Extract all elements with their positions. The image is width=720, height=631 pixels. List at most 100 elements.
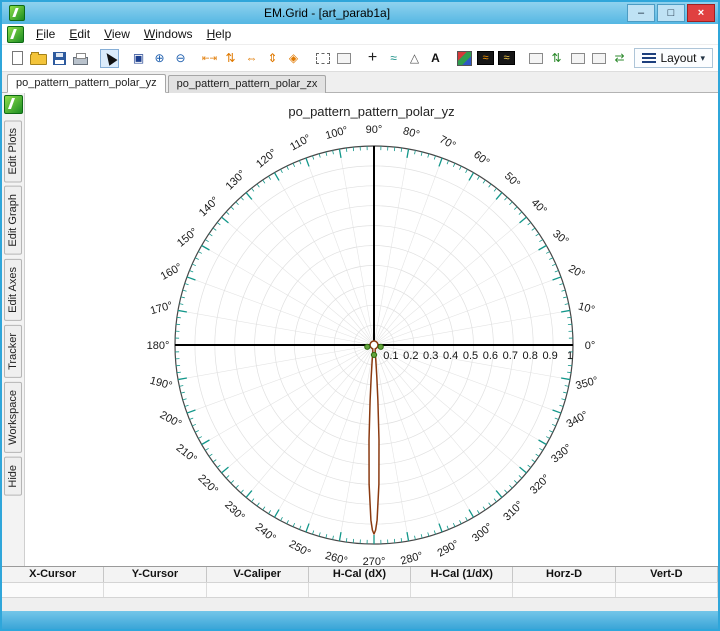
svg-text:270°: 270° <box>363 556 386 566</box>
title-bar[interactable]: EM.Grid - [art_parab1a] – □ × <box>2 2 718 24</box>
minimize-button[interactable]: – <box>627 4 655 22</box>
svg-text:0.3: 0.3 <box>423 350 438 362</box>
side-tab-hide[interactable]: Hide <box>4 456 22 496</box>
open-file[interactable] <box>29 49 48 68</box>
delta-marker[interactable]: △ <box>405 49 424 68</box>
pane-option-2-icon <box>570 52 585 64</box>
dark-plot-style-1[interactable]: ≈ <box>476 49 495 68</box>
layout-icon <box>642 52 657 64</box>
pane-option-3[interactable] <box>589 49 608 68</box>
status-value-vert-d <box>616 583 718 597</box>
svg-text:280°: 280° <box>399 550 424 566</box>
delta-marker-icon: △ <box>409 51 420 65</box>
svg-text:330°: 330° <box>549 442 574 466</box>
pane-option-1-icon <box>528 52 543 64</box>
tab-po-pattern-pattern-polar-zx[interactable]: po_pattern_pattern_polar_zx <box>167 75 327 93</box>
svg-text:290°: 290° <box>435 538 461 560</box>
status-values <box>2 582 718 597</box>
fit-horizontal-green-icon: ⇄ <box>614 51 625 65</box>
color-plot-icon <box>457 50 472 66</box>
menu-windows[interactable]: Windows <box>137 25 200 43</box>
print[interactable] <box>71 49 90 68</box>
svg-text:260°: 260° <box>324 550 349 566</box>
side-tab-tracker[interactable]: Tracker <box>4 324 22 378</box>
zoom-window[interactable]: ▣ <box>129 49 148 68</box>
menu-key-letter: F <box>36 27 44 41</box>
status-filler <box>2 597 718 611</box>
marquee-select[interactable] <box>313 49 332 68</box>
status-value-horz-d <box>513 583 616 597</box>
pane-option-2[interactable] <box>568 49 587 68</box>
select-cursor[interactable] <box>100 48 119 68</box>
svg-text:0.4: 0.4 <box>443 350 458 362</box>
svg-text:70°: 70° <box>437 134 457 153</box>
fit-all[interactable]: ◈ <box>284 49 303 68</box>
fit-height[interactable]: ⇅ <box>221 49 240 68</box>
color-plot[interactable] <box>455 49 474 68</box>
svg-text:20°: 20° <box>566 263 586 282</box>
app-logo-icon <box>7 25 24 43</box>
status-col-v-caliper: V-Caliper <box>207 567 309 582</box>
status-col-h-cal-dx: H-Cal (dX) <box>309 567 412 582</box>
polar-chart[interactable]: 0°10°20°30°40°50°60°70°80°90°100°110°120… <box>25 93 718 566</box>
side-tab-edit-graph[interactable]: Edit Graph <box>4 186 22 256</box>
text-annotation[interactable]: A <box>426 49 445 68</box>
region-zoom[interactable] <box>334 49 353 68</box>
layout-menu-button[interactable]: Layout ▾ <box>634 48 713 68</box>
dark-plot-style-2-icon: ≈ <box>498 51 515 65</box>
menu-key-letter: H <box>206 27 216 41</box>
content: Edit Plots Edit Graph Edit Axes Tracker Work… <box>2 93 718 566</box>
svg-text:60°: 60° <box>471 149 491 169</box>
dark-plot-style-2[interactable]: ≈ <box>497 49 516 68</box>
svg-text:0.5: 0.5 <box>463 350 478 362</box>
fit-all-icon: ◈ <box>288 51 299 65</box>
svg-text:150°: 150° <box>175 226 200 250</box>
expand-horizontal[interactable]: ⇔ <box>242 49 261 68</box>
curve-tracker-icon: ≈ <box>390 51 397 65</box>
status-col-y-cursor: Y-Cursor <box>104 567 207 582</box>
svg-text:160°: 160° <box>159 261 185 283</box>
side-tab-edit-axes[interactable]: Edit Axes <box>4 259 22 321</box>
svg-text:350°: 350° <box>574 375 599 393</box>
tab-po-pattern-pattern-polar-yz[interactable]: po_pattern_pattern_polar_yz <box>7 74 166 93</box>
svg-text:80°: 80° <box>402 125 421 141</box>
window-bottom-frame <box>2 611 718 629</box>
menu-help[interactable]: Help <box>200 25 239 43</box>
menu-edit[interactable]: Edit <box>62 25 97 43</box>
svg-text:110°: 110° <box>288 132 313 153</box>
close-button[interactable]: × <box>687 4 715 22</box>
status-col-h-cal-1-dx: H-Cal (1/dX) <box>411 567 514 582</box>
svg-text:190°: 190° <box>148 375 173 393</box>
pane-option-1[interactable] <box>526 49 545 68</box>
side-tab-edit-plots[interactable]: Edit Plots <box>4 120 22 183</box>
fit-width[interactable]: ⇤⇥ <box>200 49 219 68</box>
add-cursor[interactable]: + <box>363 49 382 68</box>
svg-text:1: 1 <box>567 350 573 362</box>
fit-horizontal-green[interactable]: ⇄ <box>610 49 629 68</box>
status-headers: X-Cursor Y-Cursor V-Caliper H-Cal (dX) H-Cal… <box>2 566 718 582</box>
toolbar: ▣ ⊕ ⊖ ⇤⇥ ⇅ ⇔ ⇕ ◈ + ≈ △ A ≈ ≈ ⇅ ⇄ Layout ▾ <box>2 45 718 72</box>
side-tab-workspace[interactable]: Workspace <box>4 381 22 453</box>
fit-vertical-green[interactable]: ⇅ <box>547 49 566 68</box>
new-document[interactable] <box>8 49 27 68</box>
maximize-button[interactable]: □ <box>657 4 685 22</box>
menu-key-letter: V <box>104 27 112 41</box>
expand-vertical-icon: ⇕ <box>267 51 278 65</box>
curve-tracker[interactable]: ≈ <box>384 49 403 68</box>
zoom-in[interactable]: ⊕ <box>150 49 169 68</box>
save-file-icon <box>53 51 66 65</box>
new-document-icon <box>12 51 23 65</box>
save-file[interactable] <box>50 49 69 68</box>
dark-plot-style-1-icon: ≈ <box>477 51 494 65</box>
status-value-v-caliper <box>207 583 309 597</box>
svg-text:200°: 200° <box>158 409 184 431</box>
menu-view[interactable]: View <box>97 25 137 43</box>
svg-text:320°: 320° <box>528 472 553 496</box>
plot-area[interactable]: po_pattern_pattern_polar_yz 0° 10° 20° 30° 4… <box>25 93 718 566</box>
zoom-out[interactable]: ⊖ <box>171 49 190 68</box>
menu-file[interactable]: File <box>29 25 62 43</box>
expand-vertical[interactable]: ⇕ <box>263 49 282 68</box>
svg-text:0.7: 0.7 <box>503 350 518 362</box>
svg-text:180°: 180° <box>147 340 170 352</box>
zoom-out-icon: ⊖ <box>175 51 186 65</box>
